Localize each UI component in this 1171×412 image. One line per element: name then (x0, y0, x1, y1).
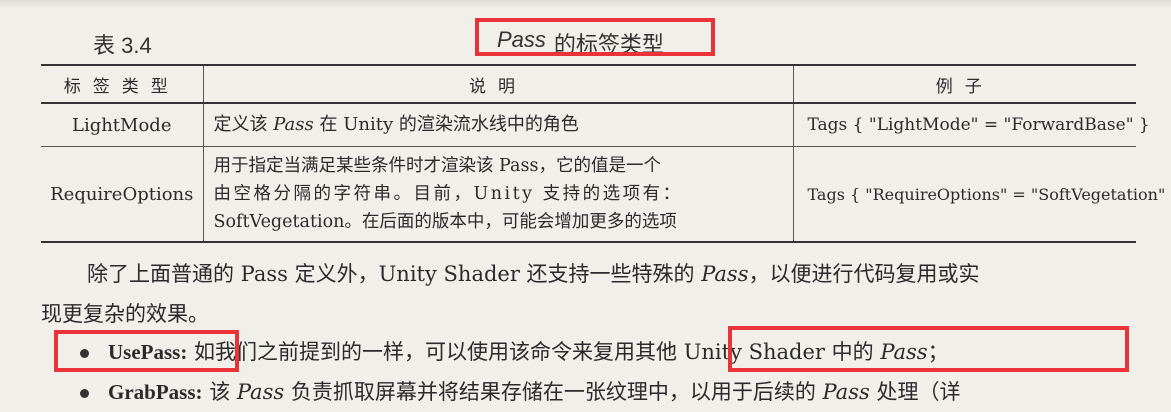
pass-tags-table: 标签类型 说明 例子 LightMode 定义该 Pass 在 Unity 的渲… (41, 64, 1171, 243)
highlight-box-reuse-pass (728, 326, 1129, 372)
body-paragraph: 除了上面普通的 Pass 定义外，Unity Shader 还支持一些特殊的 P… (41, 262, 980, 326)
bullet-dot (80, 389, 89, 398)
header-description: 说明 (202, 64, 794, 104)
highlight-box-title (475, 18, 715, 56)
tag-description: 用于指定当满足某些条件时才渲染该 Pass，它的值是一个 由空格分隔的字符串。目… (202, 146, 794, 243)
table-row: LightMode 定义该 Pass 在 Unity 的渲染流水线中的角色 Ta… (41, 102, 1150, 147)
tag-name: LightMode (41, 102, 204, 147)
tag-description: 定义该 Pass 在 Unity 的渲染流水线中的角色 (202, 102, 794, 147)
header-example: 例子 (792, 64, 1136, 104)
previous-text-cutoff (0, 0, 1171, 8)
tag-name: RequireOptions (41, 146, 204, 243)
book-page: 表 3.4 Pass 的标签类型 标签类型 说明 例子 LightMode 定义… (0, 0, 1171, 412)
tag-example: Tags { "LightMode" = "ForwardBase" } (792, 102, 1150, 147)
header-tag-type: 标签类型 (41, 64, 204, 104)
highlight-box-usepass (54, 330, 239, 372)
table-header-row: 标签类型 说明 例子 (41, 64, 1136, 104)
table-row: RequireOptions 用于指定当满足某些条件时才渲染该 Pass，它的值… (41, 146, 1171, 243)
tag-example: Tags { "RequireOptions" = "SoftVegetatio… (792, 146, 1171, 243)
table-number: 表 3.4 (93, 33, 152, 58)
